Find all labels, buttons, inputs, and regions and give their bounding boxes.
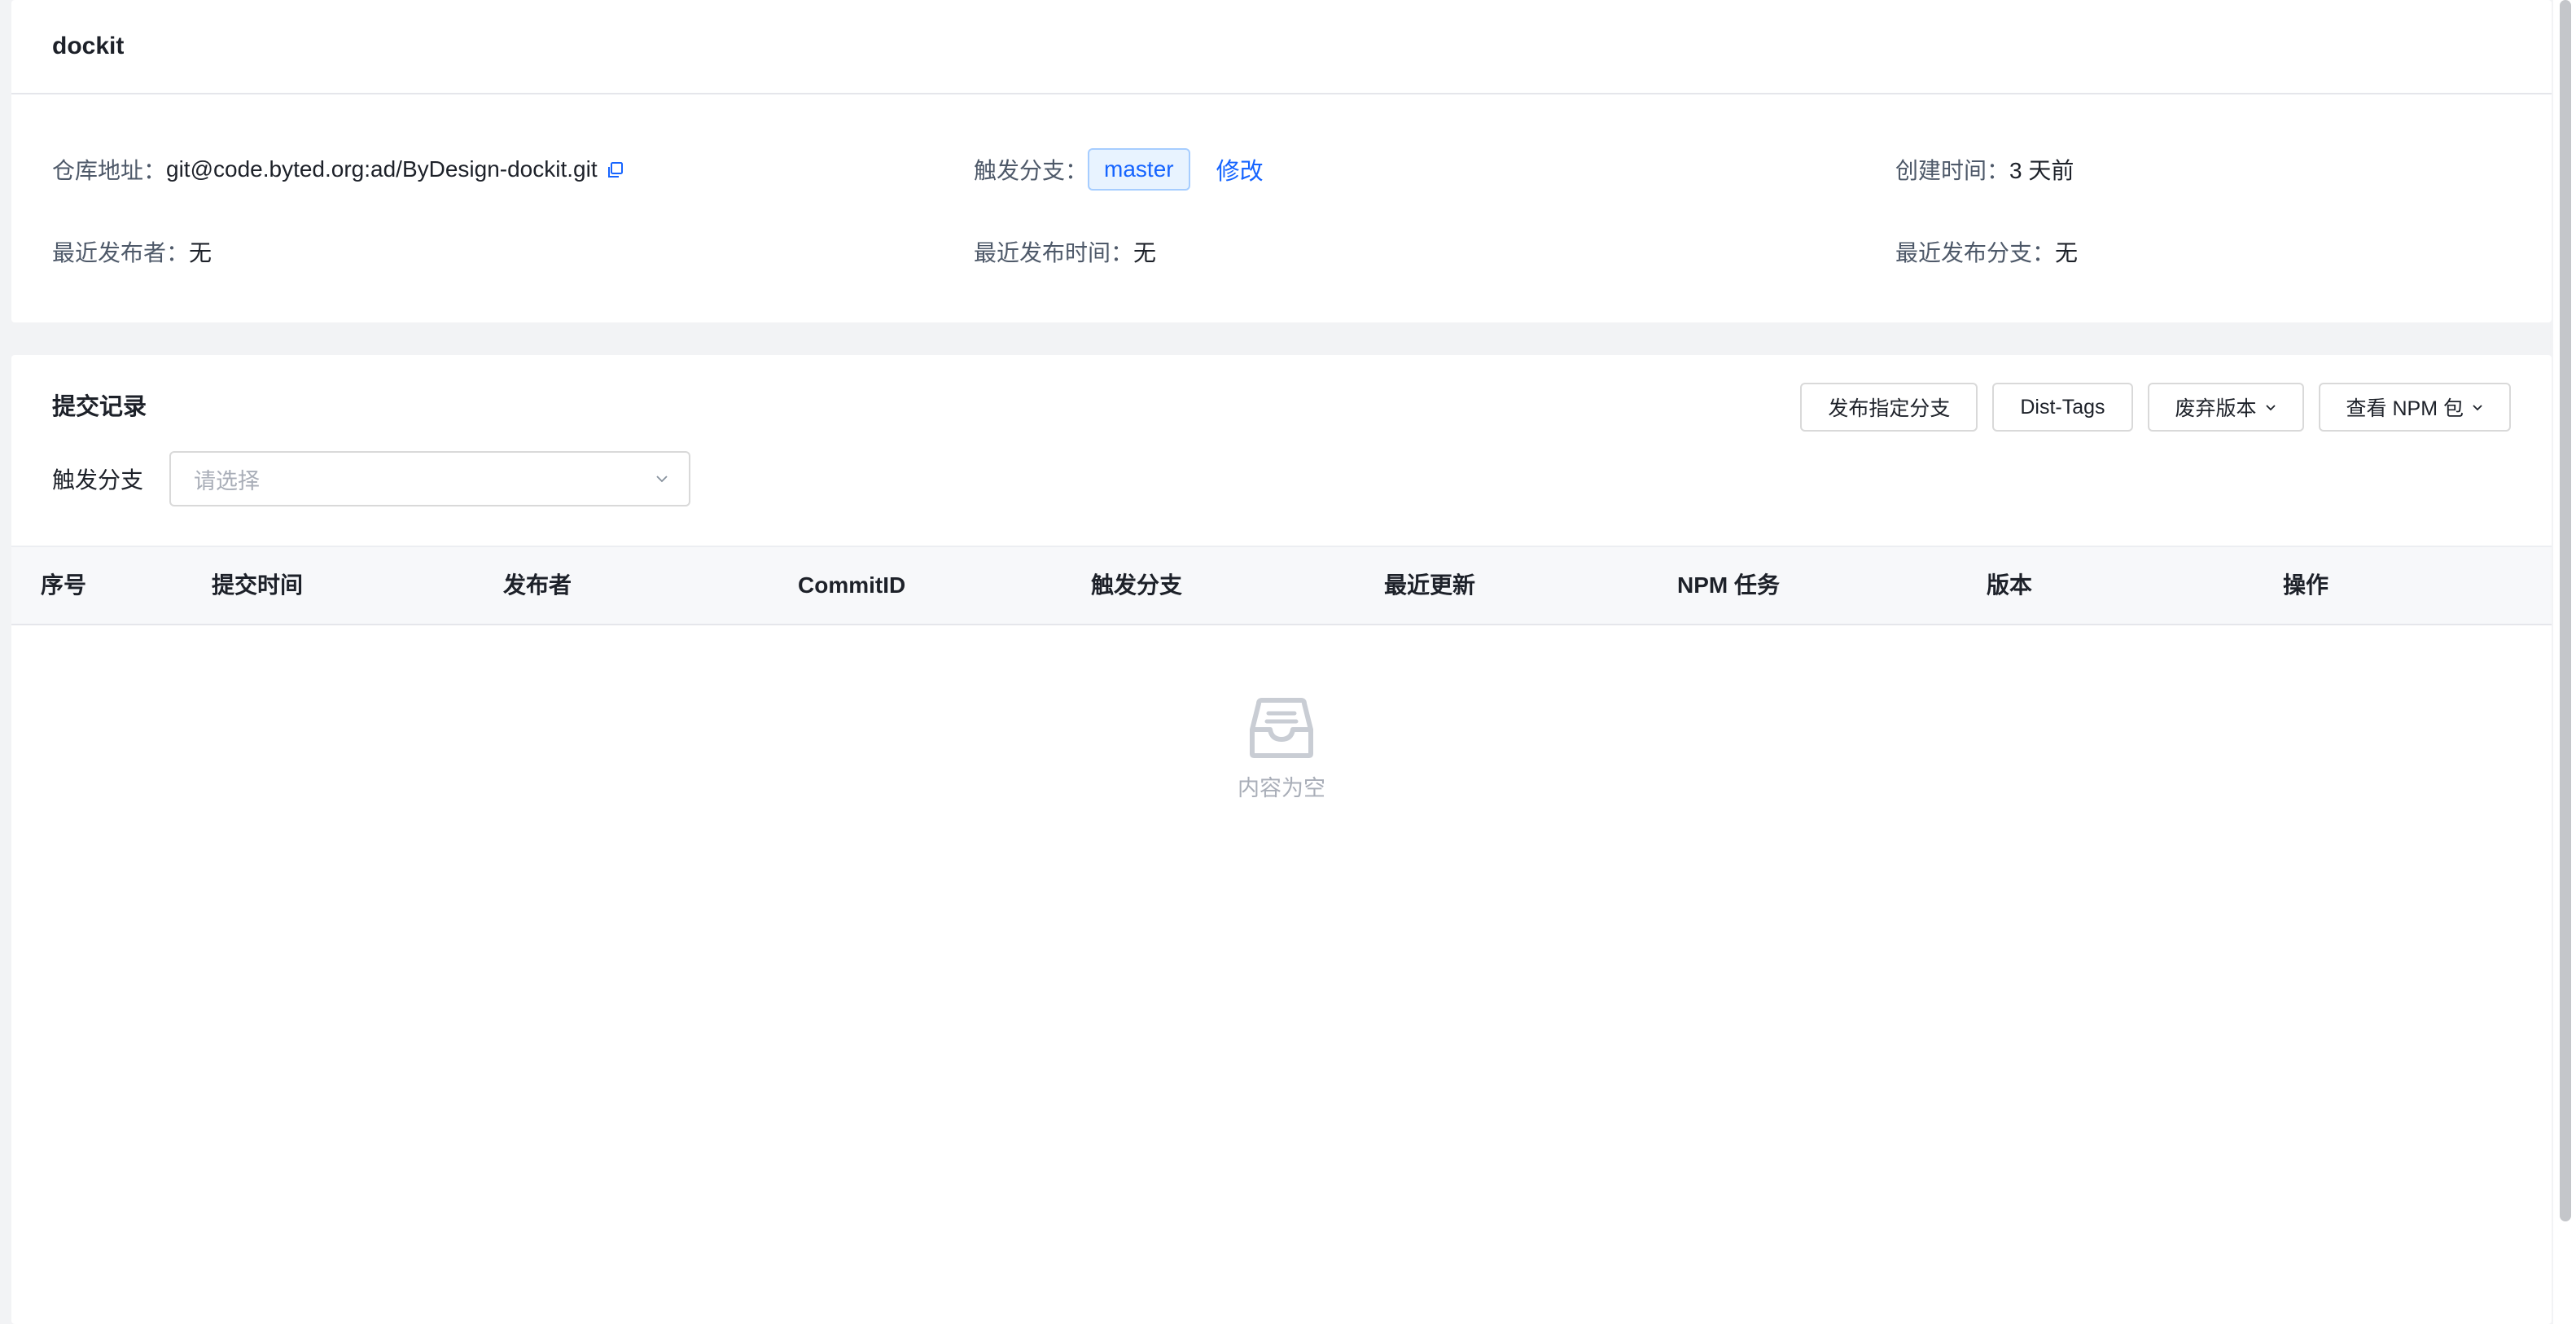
edit-branch-link[interactable]: 修改: [1216, 152, 1264, 186]
commit-records-card: 提交记录 发布指定分支 Dist-Tags 废弃版本 查看 NPM 包 触发分支…: [11, 355, 2552, 1324]
repo-info-card: dockit 仓库地址： git@code.byted.org:ad/ByDes…: [11, 0, 2552, 322]
created-time-label: 创建时间：: [1895, 158, 2010, 183]
repo-name: dockit: [52, 33, 125, 59]
last-publisher-label: 最近发布者：: [52, 240, 190, 265]
empty-state: 内容为空: [11, 697, 2552, 802]
last-publish-branch-item: 最近发布分支： 无: [1895, 227, 2078, 276]
column-header-publisher: 发布者: [503, 572, 572, 598]
repo-url-item: 仓库地址： git@code.byted.org:ad/ByDesign-doc…: [52, 145, 625, 194]
column-header-actions: 操作: [2283, 572, 2329, 598]
chevron-down-icon: [2265, 405, 2276, 411]
publish-branch-button[interactable]: 发布指定分支: [1800, 383, 1978, 432]
scrollbar-track[interactable]: [2553, 0, 2576, 1324]
last-publish-branch-value: 无: [2055, 240, 2079, 265]
last-publish-time-label: 最近发布时间：: [974, 240, 1134, 265]
column-header-last-update: 最近更新: [1384, 572, 1476, 598]
branch-tag: master: [1088, 148, 1190, 191]
view-npm-button-label: 查看 NPM 包: [2346, 397, 2464, 420]
column-header-commit-id: CommitID: [798, 572, 906, 598]
column-header-index: 序号: [41, 572, 87, 598]
branch-select-placeholder: 请选择: [194, 468, 261, 493]
branch-select[interactable]: 请选择: [169, 451, 691, 506]
inbox-icon: [1250, 698, 1313, 758]
view-npm-button[interactable]: 查看 NPM 包: [2318, 383, 2511, 432]
trigger-branch-label: 触发分支：: [974, 158, 1089, 183]
publish-branch-button-label: 发布指定分支: [1828, 397, 1951, 420]
last-publish-time-item: 最近发布时间： 无: [974, 227, 1156, 276]
repo-url-value: git@code.byted.org:ad/ByDesign-dockit.gi…: [166, 156, 598, 182]
repo-url-label: 仓库地址：: [52, 158, 167, 183]
chevron-down-icon: [2473, 405, 2482, 411]
last-publish-branch-label: 最近发布分支：: [1895, 240, 2056, 265]
column-header-trigger-branch: 触发分支: [1091, 572, 1183, 598]
scrollbar-thumb[interactable]: [2560, 0, 2571, 1221]
created-time-value: 3 天前: [2009, 158, 2074, 183]
chevron-down-icon: [656, 476, 668, 483]
last-publisher-value: 无: [189, 240, 212, 265]
dist-tags-button-label: Dist-Tags: [2020, 395, 2105, 419]
trigger-branch-item: 触发分支： master 修改: [974, 145, 1264, 194]
deprecate-version-button-label: 废弃版本: [2175, 397, 2257, 420]
branch-filter-label: 触发分支: [52, 467, 144, 493]
repo-info-grid: 仓库地址： git@code.byted.org:ad/ByDesign-doc…: [11, 94, 2552, 322]
repo-card-header: dockit: [11, 0, 2552, 94]
last-publisher-item: 最近发布者： 无: [52, 227, 212, 276]
column-header-npm-task: NPM 任务: [1677, 572, 1781, 598]
branch-filter: 触发分支 请选择: [52, 451, 691, 506]
commit-table-header: 序号 提交时间 发布者 CommitID 触发分支 最近更新 NPM 任务 版本…: [11, 546, 2552, 625]
created-time-item: 创建时间： 3 天前: [1895, 145, 2074, 194]
column-header-commit-time: 提交时间: [212, 572, 304, 598]
copy-icon[interactable]: [606, 160, 625, 179]
commit-toolbar: 发布指定分支 Dist-Tags 废弃版本 查看 NPM 包: [1800, 383, 2511, 432]
last-publish-time-value: 无: [1133, 240, 1157, 265]
empty-state-text: 内容为空: [1238, 776, 1325, 800]
deprecate-version-button[interactable]: 废弃版本: [2147, 383, 2304, 432]
commit-records-title: 提交记录: [52, 394, 147, 420]
dist-tags-button[interactable]: Dist-Tags: [1992, 383, 2133, 432]
column-header-version: 版本: [1987, 572, 2033, 598]
